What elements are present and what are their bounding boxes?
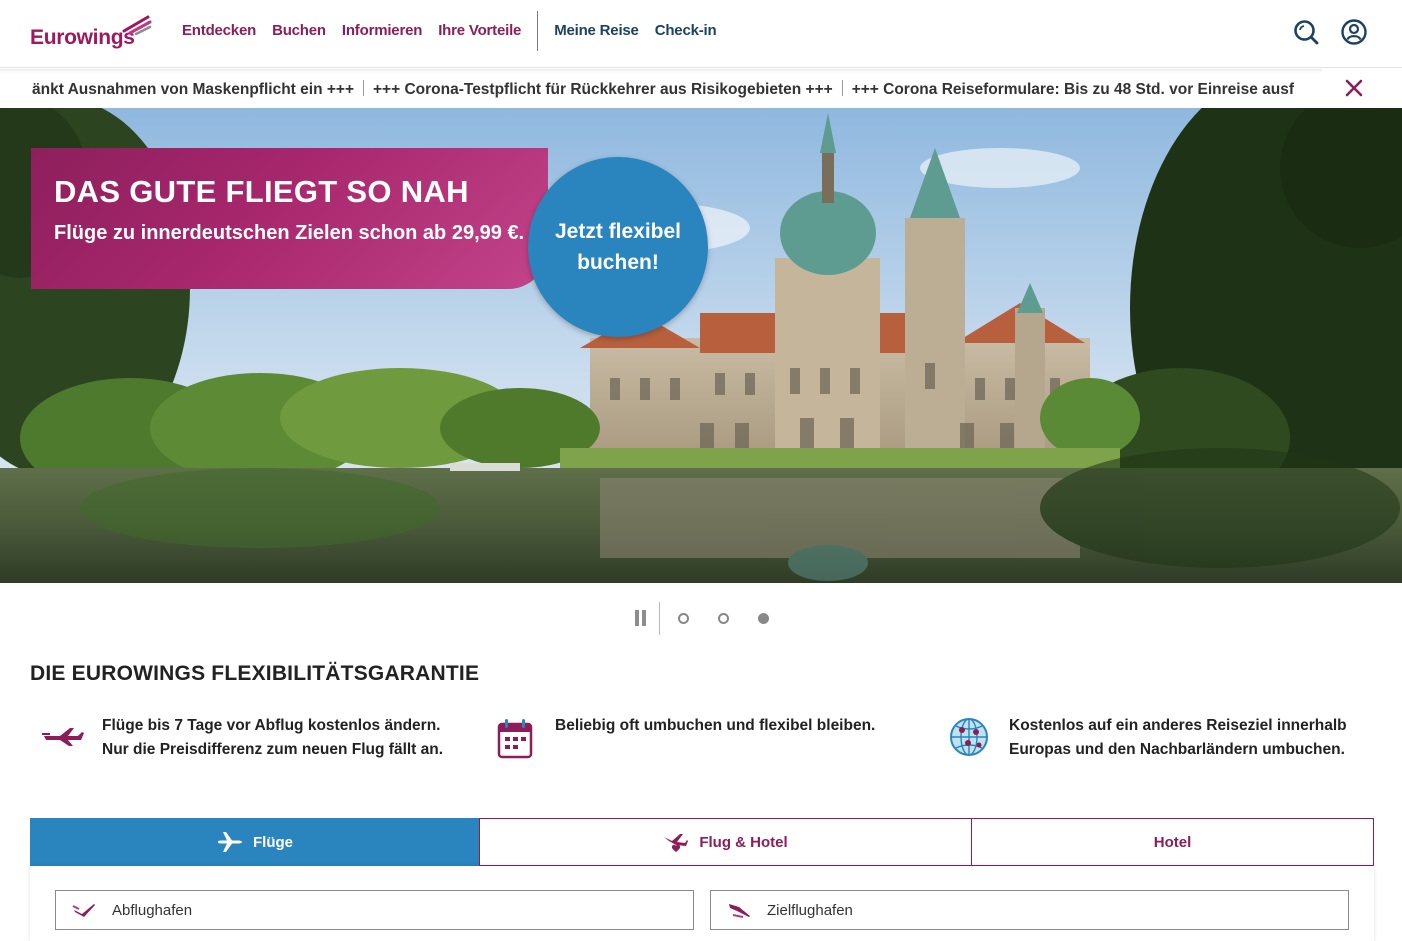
news-ticker: änkt Ausnahmen von Maskenpflicht ein +++…	[0, 69, 1402, 108]
booking-form: Abflughafen Zielflughafen	[30, 866, 1374, 941]
tab-label: Hotel	[1153, 833, 1192, 851]
promo-subtitle: Flüge zu innerdeutschen Zielen schon ab …	[54, 222, 525, 244]
site-header: Eurowings Entdecken Buchen Informieren I…	[0, 0, 1402, 68]
cta-line-1: Jetzt flexibel	[554, 220, 682, 243]
arrival-icon	[729, 904, 750, 918]
feature-text-line-2: Europas und den Nachbarländern umbuchen.	[1009, 741, 1345, 758]
close-icon[interactable]	[1344, 78, 1364, 98]
logo-wing-icon	[122, 15, 152, 36]
carousel-dot-1[interactable]	[678, 613, 689, 624]
plane-heart-icon	[664, 834, 689, 852]
carousel-dot-3[interactable]	[758, 613, 769, 624]
carousel-divider	[659, 602, 660, 635]
ticker-item[interactable]: änkt Ausnahmen von Maskenpflicht ein +++	[32, 81, 354, 98]
departure-placeholder: Abflughafen	[112, 902, 193, 919]
ticker-item[interactable]: +++ Corona-Testpflicht für Rückkehrer au…	[373, 81, 833, 98]
nav-entdecken[interactable]: Entdecken	[182, 22, 256, 39]
main-nav: Entdecken Buchen Informieren Ihre Vortei…	[182, 10, 732, 51]
feature-text-line-1: Flüge bis 7 Tage vor Abflug kostenlos än…	[102, 717, 441, 734]
carousel-dot-2[interactable]	[718, 613, 729, 624]
tab-hotel[interactable]: Hotel	[971, 818, 1374, 866]
tab-fluege[interactable]: Flüge	[30, 818, 480, 874]
nav-ihre-vorteile[interactable]: Ihre Vorteile	[438, 22, 521, 39]
departure-airport-field[interactable]: Abflughafen	[55, 890, 694, 930]
promo-title: DAS GUTE FLIEGT SO NAH	[54, 174, 469, 209]
ticker-item[interactable]: +++ Corona Reiseformulare: Bis zu 48 Std…	[852, 81, 1294, 98]
pause-icon[interactable]	[634, 610, 648, 626]
airplane-icon	[42, 728, 84, 746]
flexibel-buchen-button[interactable]: Jetzt flexibel buchen!	[528, 157, 708, 337]
nav-check-in[interactable]: Check-in	[655, 22, 717, 39]
cta-line-2: buchen!	[577, 251, 659, 274]
nav-buchen[interactable]: Buchen	[272, 22, 326, 39]
feature-text-line-2: Nur die Preisdifferenz zum neuen Flug fä…	[102, 741, 444, 758]
tab-label: Flüge	[253, 833, 293, 851]
ticker-track: änkt Ausnahmen von Maskenpflicht ein +++…	[32, 80, 1294, 99]
destination-placeholder: Zielflughafen	[767, 902, 853, 919]
tab-flug-hotel[interactable]: Flug & Hotel	[479, 818, 972, 866]
user-account-icon[interactable]	[1340, 18, 1368, 46]
booking-tabs: Flüge Flug & Hotel Hotel	[30, 818, 1374, 874]
feature-text-line-1: Beliebig oft umbuchen und flexibel bleib…	[555, 717, 876, 734]
nav-informieren[interactable]: Informieren	[342, 22, 423, 39]
carousel-controls	[630, 601, 780, 635]
hero-banner[interactable]: DAS GUTE FLIEGT SO NAH Flüge zu innerdeu…	[0, 108, 1402, 583]
destination-airport-field[interactable]: Zielflughafen	[710, 890, 1349, 930]
feature-text-line-1: Kostenlos auf ein anderes Reiseziel inne…	[1009, 717, 1347, 734]
promo-banner[interactable]: DAS GUTE FLIEGT SO NAH Flüge zu innerdeu…	[31, 148, 548, 289]
nav-meine-reise[interactable]: Meine Reise	[554, 22, 639, 39]
departure-icon	[72, 904, 95, 917]
guarantee-title: DIE EUROWINGS FLEXIBILITÄTSGARANTIE	[30, 662, 480, 685]
logo-wordmark: Eurowings	[30, 26, 135, 49]
search-icon[interactable]	[1292, 18, 1320, 46]
eurowings-logo[interactable]: Eurowings	[30, 14, 160, 54]
globe-icon	[950, 718, 988, 756]
calendar-icon	[497, 719, 533, 759]
nav-divider	[537, 10, 539, 51]
airplane-icon	[218, 832, 242, 852]
tab-label: Flug & Hotel	[699, 833, 788, 851]
